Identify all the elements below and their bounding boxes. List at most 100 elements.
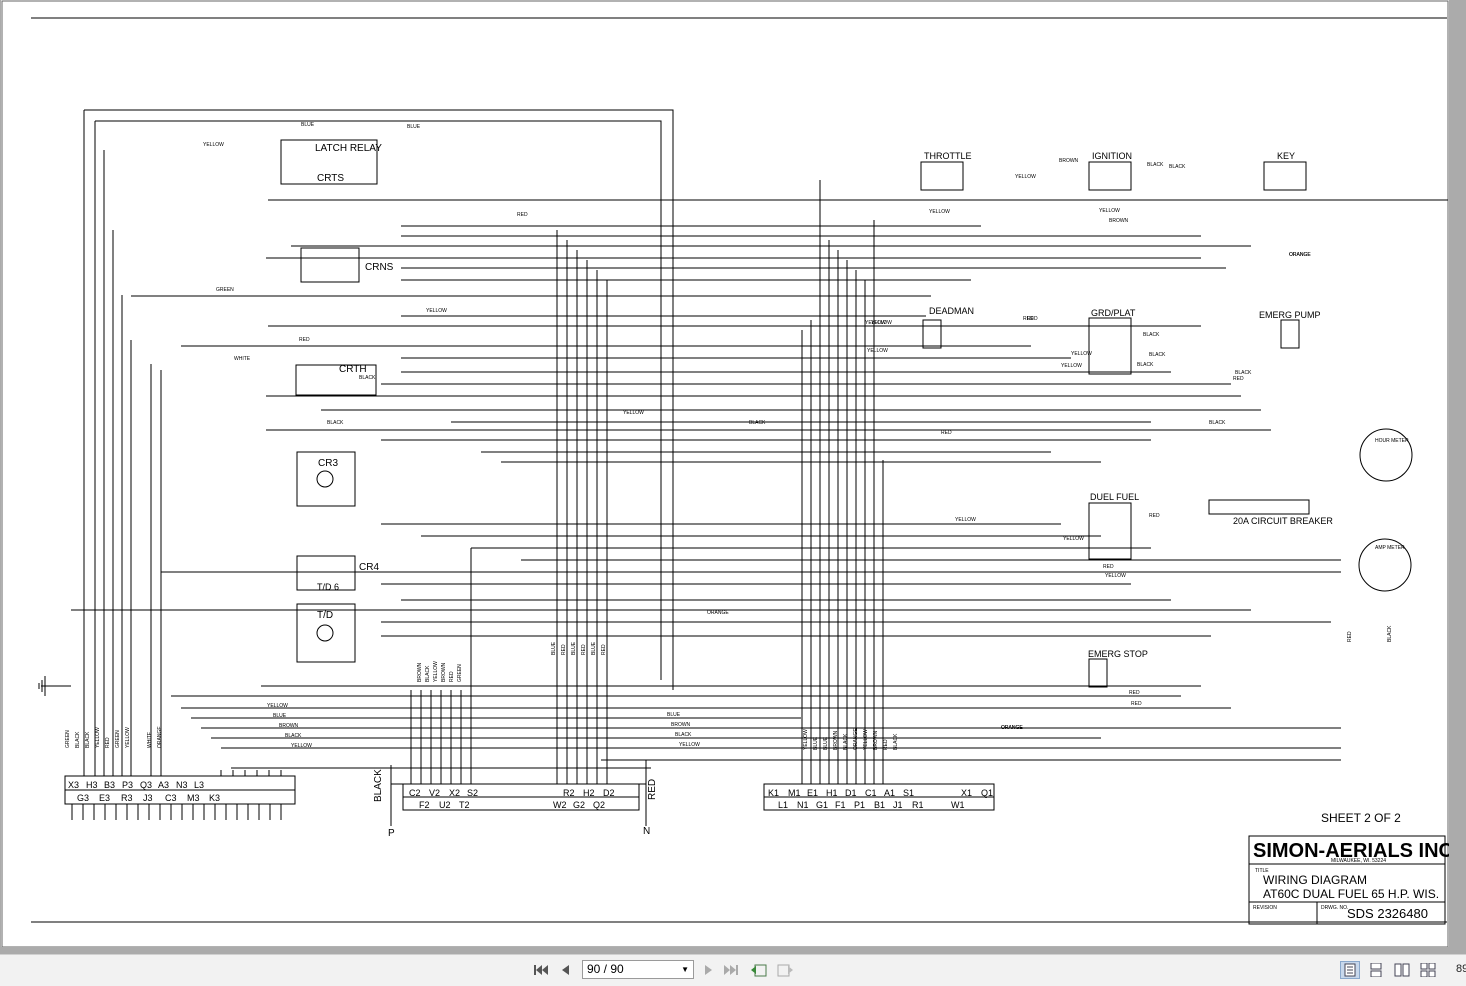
wire-label: YELLOW	[1099, 208, 1120, 214]
wire-label: RED	[883, 739, 889, 750]
wire-label: BLUE	[551, 641, 557, 655]
pin-label: S2	[467, 788, 478, 798]
circuit-breaker-label: 20A CIRCUIT BREAKER	[1233, 516, 1333, 526]
pin-label: P1	[854, 800, 865, 810]
single-page-view-icon[interactable]	[1340, 961, 1360, 979]
wire-label: BLACK	[1137, 362, 1154, 368]
wire-label: BLUE	[407, 124, 421, 130]
wire-color-labels: GREEN BLACK BLACK YELLOW RED GREEN YELLOW WHITE…	[65, 122, 1393, 750]
wire-label: BLUE	[823, 736, 829, 750]
wire-label: YELLOW	[865, 320, 886, 326]
pin-label: X3	[68, 780, 79, 790]
crns-label: CRNS	[365, 262, 394, 273]
pin-label: H3	[86, 780, 98, 790]
wire-label: RED	[601, 644, 607, 655]
previous-page-icon[interactable]	[556, 961, 574, 979]
pin-label: B1	[874, 800, 885, 810]
first-page-icon[interactable]	[532, 961, 550, 979]
crts-label: CRTS	[317, 173, 344, 184]
wire-label: RED	[517, 212, 528, 218]
document-viewer[interactable]: SIMON-AERIALS INC. MILWAUKEE, WI. 53224 …	[0, 0, 1466, 950]
wire-label: GREEN	[115, 730, 121, 748]
wiring-diagram: SIMON-AERIALS INC. MILWAUKEE, WI. 53224 …	[1, 0, 1449, 947]
middle-connector-p-pin: P	[388, 828, 395, 839]
pin-label: N3	[176, 780, 188, 790]
wire-label: RED	[1347, 631, 1353, 642]
ignition-label: IGNITION	[1092, 151, 1132, 161]
wire-label: BLACK	[327, 420, 344, 426]
deadman-label: DEADMAN	[929, 306, 974, 316]
pin-label: W2	[553, 800, 567, 810]
pin-label: K3	[209, 793, 220, 803]
pin-label: E1	[807, 788, 818, 798]
dual-fuel-label: DUEL FUEL	[1090, 492, 1139, 502]
wire-label: BROWN	[279, 723, 299, 729]
pin-label: G2	[573, 800, 585, 810]
wire-label: BLACK	[675, 732, 692, 738]
continuous-facing-view-icon[interactable]	[1418, 961, 1438, 979]
middle-connector-red-label: RED	[647, 779, 658, 800]
revision-label: REVISION	[1253, 905, 1277, 911]
pin-label: N1	[797, 800, 809, 810]
pin-label: Q2	[593, 800, 605, 810]
wire-label: BLACK	[1209, 420, 1226, 426]
pin-label: G1	[816, 800, 828, 810]
wire-label: RED	[941, 430, 952, 436]
wire-label: RED	[1129, 690, 1140, 696]
wire-label: YELLOW	[867, 348, 888, 354]
wire-label: YELLOW	[623, 410, 644, 416]
wire-label: BLACK	[1149, 352, 1166, 358]
sheet-number: SHEET 2 OF 2	[1321, 811, 1401, 825]
pin-label: S1	[903, 788, 914, 798]
zoom-level[interactable]: 89	[1456, 963, 1466, 975]
wire-label: BLACK	[85, 731, 91, 748]
wire-label: BLACK	[1147, 162, 1164, 168]
pin-label: Q3	[140, 780, 152, 790]
continuous-view-icon[interactable]	[1366, 961, 1386, 979]
go-forward-view-icon[interactable]	[776, 961, 794, 979]
pin-label: R1	[912, 800, 924, 810]
pin-label: X1	[961, 788, 972, 798]
pdf-viewer-toolbar: 90 / 90 ▼ 89	[0, 954, 1466, 986]
crth-label: CRTH	[339, 364, 367, 375]
wire-label: BLACK	[75, 731, 81, 748]
wire-label: RED	[1131, 701, 1142, 707]
emerg-pump-label: EMERG PUMP	[1259, 310, 1321, 320]
pin-label: C2	[409, 788, 421, 798]
wire-label: YELLOW	[291, 743, 312, 749]
pin-label: R2	[563, 788, 575, 798]
wire-label: YELLOW	[267, 703, 288, 709]
grd-plat-label: GRD/PLAT	[1091, 308, 1136, 318]
wire-label: YELLOW	[125, 727, 131, 748]
pin-label: J3	[143, 793, 153, 803]
pin-label: H2	[583, 788, 595, 798]
wire-label: GREEN	[65, 730, 71, 748]
page-number-select[interactable]: 90 / 90 ▼	[582, 960, 694, 979]
td6-label: T/D 6	[317, 582, 339, 592]
wire-label: WHITE	[234, 356, 251, 362]
wire-label: BROWN	[417, 662, 423, 682]
wire-label: ORANGE	[853, 728, 859, 750]
wire-label: BROWN	[873, 730, 879, 750]
drawing-title-line1: WIRING DIAGRAM	[1263, 873, 1367, 887]
next-page-icon[interactable]	[700, 961, 718, 979]
facing-view-icon[interactable]	[1392, 961, 1412, 979]
chevron-down-icon: ▼	[681, 965, 689, 974]
pin-label: A1	[884, 788, 895, 798]
wire-label: BLACK	[425, 665, 431, 682]
wire-label: RED	[561, 644, 567, 655]
pin-label: E3	[99, 793, 110, 803]
pdf-page: SIMON-AERIALS INC. MILWAUKEE, WI. 53224 …	[1, 0, 1449, 947]
wire-label: BROWN	[671, 722, 691, 728]
pin-label: B3	[104, 780, 115, 790]
wire-label: ORANGE	[707, 610, 729, 616]
go-back-view-icon[interactable]	[750, 961, 768, 979]
pin-label: M3	[187, 793, 200, 803]
wire-label: BLACK	[1169, 164, 1186, 170]
td-label: T/D	[317, 610, 333, 621]
wire-label: BLACK	[893, 733, 899, 750]
middle-connector-n-pin: N	[643, 826, 650, 837]
last-page-icon[interactable]	[722, 961, 740, 979]
wire-label: BLUE	[571, 641, 577, 655]
pin-label: C1	[865, 788, 877, 798]
